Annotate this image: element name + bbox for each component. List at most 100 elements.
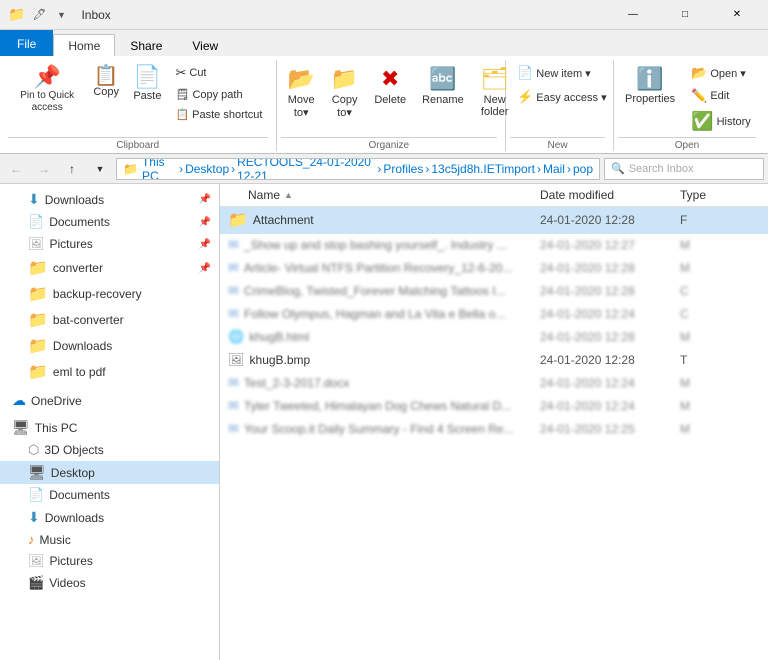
file-row-name: 🖼 khugB.bmp <box>220 352 540 368</box>
file-row-type-7: M <box>680 376 760 390</box>
pin-indicator-4: 📌 <box>199 263 211 274</box>
rename-button[interactable]: 🔤 Rename <box>415 62 471 110</box>
desktop-icon: 🖥 <box>28 464 46 481</box>
easy-access-button[interactable]: ⚡ Easy access ▾ <box>510 86 614 108</box>
sidebar-item-pictures-1[interactable]: 🖼 Pictures 📌 <box>0 233 219 255</box>
search-box[interactable]: 🔍 Search Inbox <box>604 158 764 180</box>
clipboard-label: Clipboard <box>8 137 268 151</box>
onedrive-icon: ☁ <box>12 392 26 409</box>
path-this-pc[interactable]: This PC <box>142 158 177 180</box>
pin-icon: 📌 <box>33 66 60 88</box>
properties-button[interactable]: ℹ️ Properties <box>618 62 682 109</box>
file-row-name: ✉ Article- Virtual NTFS Partition Recove… <box>220 260 540 276</box>
path-pop[interactable]: pop <box>573 162 593 176</box>
ribbon-group-open: ℹ️ Properties 📂 Open ▾ ✏️ Edit ✅ History… <box>614 60 764 151</box>
table-row[interactable]: ✉ Follow Olympus, Hagman and La Vita e B… <box>220 303 768 326</box>
copy-button[interactable]: 📋 Copy <box>88 62 124 102</box>
copy-icon: 📋 <box>94 66 119 86</box>
edit-button[interactable]: ✏️ Edit <box>684 85 758 107</box>
up-button[interactable]: ↑ <box>60 157 84 181</box>
file-list: Name ▲ Date modified Type 📁 Attachment 2… <box>220 184 768 660</box>
row-label-9: Your Scoop.it Daily Summary - Find 4 Scr… <box>244 422 514 436</box>
table-row[interactable]: ✉ Test_2-3-2017.docx 24-01-2020 12:24 M <box>220 372 768 395</box>
copy-path-button[interactable]: 🗒 Copy path <box>170 85 267 104</box>
table-row[interactable]: ✉ CrimeBlog, Twisted_Forever Matching Ta… <box>220 280 768 303</box>
sidebar-item-backup[interactable]: 📁 backup-recovery <box>0 281 219 307</box>
sidebar-item-onedrive[interactable]: ☁ OneDrive <box>0 389 219 412</box>
col-date[interactable]: Date modified <box>540 188 680 202</box>
file-row-type-4: C <box>680 307 760 321</box>
sidebar-item-documents-2[interactable]: 📄 Documents <box>0 484 219 506</box>
properties-icon: ℹ️ <box>636 66 663 92</box>
col-name[interactable]: Name ▲ <box>220 188 540 202</box>
sidebar-label-3dobjects: 3D Objects <box>44 443 103 457</box>
paste-button[interactable]: 📄 Paste <box>126 62 168 106</box>
maximize-button[interactable]: □ <box>662 0 708 30</box>
downloads-icon-3: ⬇ <box>28 509 40 526</box>
back-button[interactable]: ← <box>4 157 28 181</box>
new-item-button[interactable]: 📄 New item ▾ <box>510 62 598 84</box>
sidebar-item-desktop[interactable]: 🖥 Desktop <box>0 461 219 484</box>
folder-icon-dl: 📁 <box>28 336 48 356</box>
path-mail[interactable]: Mail <box>543 162 565 176</box>
copy-to-button[interactable]: 📁 Copy to▾ <box>324 62 365 123</box>
sidebar-item-thispc[interactable]: 🖥 This PC <box>0 416 219 439</box>
sidebar-item-bat[interactable]: 📁 bat-converter <box>0 307 219 333</box>
table-row[interactable]: 🌐 khugB.html 24-01-2020 12:28 M <box>220 326 768 349</box>
table-row[interactable]: 🖼 khugB.bmp 24-01-2020 12:28 T <box>220 349 768 372</box>
row-label-8: Tyler Tweeted, Himalayan Dog Chews Natur… <box>244 399 511 413</box>
path-profiles[interactable]: Profiles <box>383 162 423 176</box>
edit-icon: ✏️ <box>691 88 707 104</box>
row-label-4: Follow Olympus, Hagman and La Vita e Bel… <box>244 307 505 321</box>
delete-button[interactable]: ✖ Delete <box>367 62 413 110</box>
table-row[interactable]: ✉ Tyler Tweeted, Himalayan Dog Chews Nat… <box>220 395 768 418</box>
path-desktop[interactable]: Desktop <box>185 162 229 176</box>
recent-locations-button[interactable]: ▼ <box>88 157 112 181</box>
move-to-icon: 📂 <box>288 66 315 92</box>
history-button[interactable]: ✅ History <box>684 108 758 135</box>
tab-view[interactable]: View <box>177 34 233 56</box>
address-path[interactable]: 📁 This PC › Desktop › RECTOOLS_24-01-202… <box>116 158 600 180</box>
documents-icon-1: 📄 <box>28 214 44 230</box>
path-ietimport[interactable]: 13c5jd8h.IETimport <box>431 162 535 176</box>
col-date-label: Date modified <box>540 188 614 202</box>
file-row-date-1: 24-01-2020 12:27 <box>540 238 680 252</box>
minimize-button[interactable]: — <box>610 0 656 30</box>
sidebar-item-music[interactable]: ♪ Music <box>0 529 219 550</box>
sidebar-item-downloads-1[interactable]: ⬇ Downloads 📌 <box>0 188 219 211</box>
sidebar-item-pictures-2[interactable]: 🖼 Pictures <box>0 550 219 572</box>
sidebar-item-documents-1[interactable]: 📄 Documents 📌 <box>0 211 219 233</box>
file-row-type-2: M <box>680 261 760 275</box>
tab-file[interactable]: File <box>0 30 53 56</box>
paste-shortcut-button[interactable]: 📋 Paste shortcut <box>170 105 267 124</box>
col-type[interactable]: Type <box>680 188 760 202</box>
tab-share[interactable]: Share <box>115 34 177 56</box>
sidebar-item-downloads-3[interactable]: ⬇ Downloads <box>0 506 219 529</box>
open-button[interactable]: 📂 Open ▾ <box>684 62 758 84</box>
sidebar-item-3dobjects[interactable]: ⬡ 3D Objects <box>0 439 219 461</box>
down-arrow-icon: ▼ <box>53 7 69 23</box>
sidebar: ⬇ Downloads 📌 📄 Documents 📌 🖼 Pictures 📌… <box>0 184 220 660</box>
open-group-label: Open <box>618 137 756 151</box>
sidebar-item-eml[interactable]: 📁 eml to pdf <box>0 359 219 385</box>
sidebar-item-converter[interactable]: 📁 converter 📌 <box>0 255 219 281</box>
table-row[interactable]: ✉ _Show up and stop bashing yourself_. I… <box>220 234 768 257</box>
table-row[interactable]: 📁 Attachment 24-01-2020 12:28 F <box>220 207 768 234</box>
row-email-icon-2: ✉ <box>228 260 239 276</box>
close-button[interactable]: ✕ <box>714 0 760 30</box>
table-row[interactable]: ✉ Article- Virtual NTFS Partition Recove… <box>220 257 768 280</box>
pin-to-quick-access-button[interactable]: 📌 Pin to Quick access <box>8 62 86 118</box>
move-to-button[interactable]: 📂 Move to▾ <box>281 62 322 123</box>
sort-arrow: ▲ <box>284 190 293 200</box>
table-row[interactable]: ✉ Your Scoop.it Daily Summary - Find 4 S… <box>220 418 768 441</box>
history-icon: ✅ <box>691 111 713 132</box>
path-rectools[interactable]: RECTOOLS_24-01-2020 12-21 <box>237 158 375 180</box>
open-icon: 📂 <box>691 65 707 81</box>
sidebar-item-downloads-2[interactable]: 📁 Downloads <box>0 333 219 359</box>
sidebar-label-pictures-2: Pictures <box>50 554 93 568</box>
forward-button[interactable]: → <box>32 157 56 181</box>
row-email-icon-4: ✉ <box>228 306 239 322</box>
cut-button[interactable]: ✂ Cut <box>170 62 267 84</box>
tab-home[interactable]: Home <box>53 34 115 56</box>
sidebar-item-videos[interactable]: 🎬 Videos <box>0 572 219 594</box>
